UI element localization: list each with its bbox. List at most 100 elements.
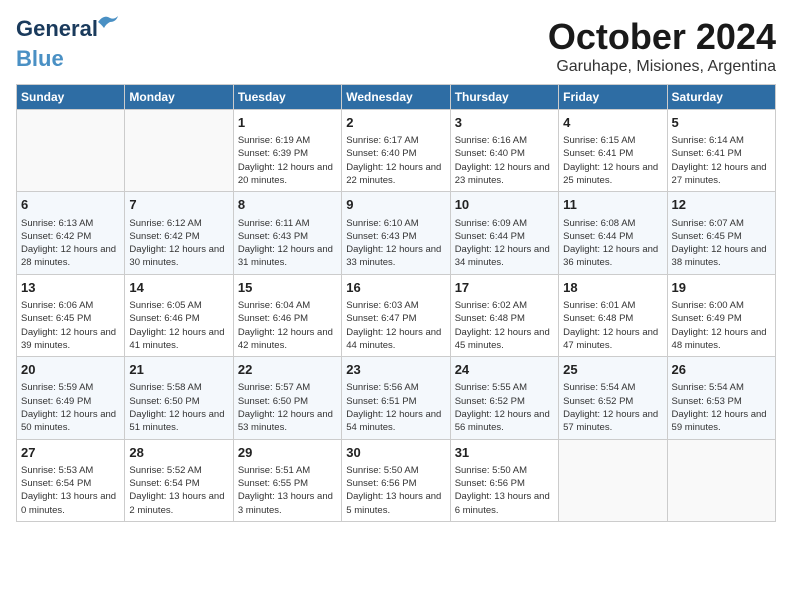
day-info: Sunrise: 5:56 AM Sunset: 6:51 PM Dayligh… [346,381,445,434]
day-number: 17 [455,279,554,297]
day-number: 10 [455,196,554,214]
day-number: 5 [672,114,771,132]
day-info: Sunrise: 5:55 AM Sunset: 6:52 PM Dayligh… [455,381,554,434]
table-row: 19Sunrise: 6:00 AM Sunset: 6:49 PM Dayli… [667,274,775,356]
header-monday: Monday [125,85,233,110]
day-info: Sunrise: 6:11 AM Sunset: 6:43 PM Dayligh… [238,217,337,270]
day-info: Sunrise: 6:17 AM Sunset: 6:40 PM Dayligh… [346,134,445,187]
table-row: 30 Sunrise: 5:50 AM Sunset: 6:56 PM Dayli… [342,439,450,521]
day-number: 30 [346,444,445,462]
table-row: 4 Sunrise: 6:15 AM Sunset: 6:41 PM Daylig… [559,110,667,192]
table-row: 10 Sunrise: 6:09 AM Sunset: 6:44 PM Dayli… [450,192,558,274]
day-number: 21 [129,361,228,379]
day-number: 24 [455,361,554,379]
table-row: 5 Sunrise: 6:14 AM Sunset: 6:41 PM Daylig… [667,110,775,192]
day-number: 19 [672,279,771,297]
day-number: 26 [672,361,771,379]
logo: General Blue [16,16,98,72]
day-info: Sunrise: 6:07 AM Sunset: 6:45 PM Dayligh… [672,217,771,270]
day-number: 28 [129,444,228,462]
table-row: 2 Sunrise: 6:17 AM Sunset: 6:40 PM Daylig… [342,110,450,192]
calendar-header-row: Sunday Monday Tuesday Wednesday Thursday… [17,85,776,110]
calendar-week-row: 20 Sunrise: 5:59 AM Sunset: 6:49 PM Dayli… [17,357,776,439]
day-info: Sunrise: 5:58 AM Sunset: 6:50 PM Dayligh… [129,381,228,434]
day-number: 3 [455,114,554,132]
table-row [125,110,233,192]
day-number: 31 [455,444,554,462]
day-info: Sunrise: 5:59 AM Sunset: 6:49 PM Dayligh… [21,381,120,434]
table-row [17,110,125,192]
day-info: Sunrise: 5:57 AM Sunset: 6:50 PM Dayligh… [238,381,337,434]
day-number: 11 [563,196,662,214]
calendar-week-row: 6Sunrise: 6:13 AM Sunset: 6:42 PM Daylig… [17,192,776,274]
day-number: 15 [238,279,337,297]
day-info: Sunrise: 6:05 AM Sunset: 6:46 PM Dayligh… [129,299,228,352]
table-row: 22 Sunrise: 5:57 AM Sunset: 6:50 PM Dayli… [233,357,341,439]
day-number: 1 [238,114,337,132]
day-info: Sunrise: 6:06 AM Sunset: 6:45 PM Dayligh… [21,299,120,352]
day-number: 20 [21,361,120,379]
table-row: 24 Sunrise: 5:55 AM Sunset: 6:52 PM Dayli… [450,357,558,439]
day-info: Sunrise: 6:08 AM Sunset: 6:44 PM Dayligh… [563,217,662,270]
table-row: 14 Sunrise: 6:05 AM Sunset: 6:46 PM Dayli… [125,274,233,356]
table-row: 7 Sunrise: 6:12 AM Sunset: 6:42 PM Daylig… [125,192,233,274]
day-number: 18 [563,279,662,297]
table-row: 16Sunrise: 6:03 AM Sunset: 6:47 PM Dayli… [342,274,450,356]
day-number: 13 [21,279,120,297]
page-header: General Blue October 2024 Garuhape, Misi… [16,16,776,76]
table-row: 27Sunrise: 5:53 AM Sunset: 6:54 PM Dayli… [17,439,125,521]
header-thursday: Thursday [450,85,558,110]
header-wednesday: Wednesday [342,85,450,110]
header-sunday: Sunday [17,85,125,110]
table-row: 29Sunrise: 5:51 AM Sunset: 6:55 PM Dayli… [233,439,341,521]
day-info: Sunrise: 6:14 AM Sunset: 6:41 PM Dayligh… [672,134,771,187]
day-info: Sunrise: 5:51 AM Sunset: 6:55 PM Dayligh… [238,464,337,517]
day-number: 27 [21,444,120,462]
day-info: Sunrise: 6:02 AM Sunset: 6:48 PM Dayligh… [455,299,554,352]
month-title: October 2024 [548,16,776,58]
location-subtitle: Garuhape, Misiones, Argentina [548,58,776,76]
day-number: 4 [563,114,662,132]
day-info: Sunrise: 6:01 AM Sunset: 6:48 PM Dayligh… [563,299,662,352]
day-number: 23 [346,361,445,379]
table-row: 3 Sunrise: 6:16 AM Sunset: 6:40 PM Daylig… [450,110,558,192]
table-row [559,439,667,521]
day-info: Sunrise: 6:12 AM Sunset: 6:42 PM Dayligh… [129,217,228,270]
table-row [667,439,775,521]
calendar-week-row: 13 Sunrise: 6:06 AM Sunset: 6:45 PM Dayli… [17,274,776,356]
table-row: 23 Sunrise: 5:56 AM Sunset: 6:51 PM Dayli… [342,357,450,439]
day-number: 2 [346,114,445,132]
table-row: 12 Sunrise: 6:07 AM Sunset: 6:45 PM Dayli… [667,192,775,274]
day-number: 6 [21,196,120,214]
day-number: 12 [672,196,771,214]
logo-bird-icon [96,12,120,30]
table-row: 15 Sunrise: 6:04 AM Sunset: 6:46 PM Dayli… [233,274,341,356]
day-number: 8 [238,196,337,214]
table-row: 13 Sunrise: 6:06 AM Sunset: 6:45 PM Dayli… [17,274,125,356]
day-number: 14 [129,279,228,297]
title-area: October 2024 Garuhape, Misiones, Argenti… [548,16,776,76]
day-info: Sunrise: 6:09 AM Sunset: 6:44 PM Dayligh… [455,217,554,270]
day-info: Sunrise: 6:15 AM Sunset: 6:41 PM Dayligh… [563,134,662,187]
day-number: 7 [129,196,228,214]
day-info: Sunrise: 5:50 AM Sunset: 6:56 PM Dayligh… [346,464,445,517]
day-info: Sunrise: 6:04 AM Sunset: 6:46 PM Dayligh… [238,299,337,352]
day-info: Sunrise: 6:19 AM Sunset: 6:39 PM Dayligh… [238,134,337,187]
table-row: 11 Sunrise: 6:08 AM Sunset: 6:44 PM Dayli… [559,192,667,274]
header-tuesday: Tuesday [233,85,341,110]
table-row: 20 Sunrise: 5:59 AM Sunset: 6:49 PM Dayli… [17,357,125,439]
logo-text-blue: Blue [16,46,64,71]
logo-text-general: General [16,16,98,41]
day-number: 22 [238,361,337,379]
table-row: 9Sunrise: 6:10 AM Sunset: 6:43 PM Daylig… [342,192,450,274]
calendar-week-row: 27Sunrise: 5:53 AM Sunset: 6:54 PM Dayli… [17,439,776,521]
day-info: Sunrise: 6:10 AM Sunset: 6:43 PM Dayligh… [346,217,445,270]
table-row: 1 Sunrise: 6:19 AM Sunset: 6:39 PM Daylig… [233,110,341,192]
table-row: 21 Sunrise: 5:58 AM Sunset: 6:50 PM Dayli… [125,357,233,439]
day-info: Sunrise: 5:54 AM Sunset: 6:52 PM Dayligh… [563,381,662,434]
day-number: 16 [346,279,445,297]
header-friday: Friday [559,85,667,110]
day-info: Sunrise: 5:54 AM Sunset: 6:53 PM Dayligh… [672,381,771,434]
day-info: Sunrise: 6:16 AM Sunset: 6:40 PM Dayligh… [455,134,554,187]
day-info: Sunrise: 5:52 AM Sunset: 6:54 PM Dayligh… [129,464,228,517]
